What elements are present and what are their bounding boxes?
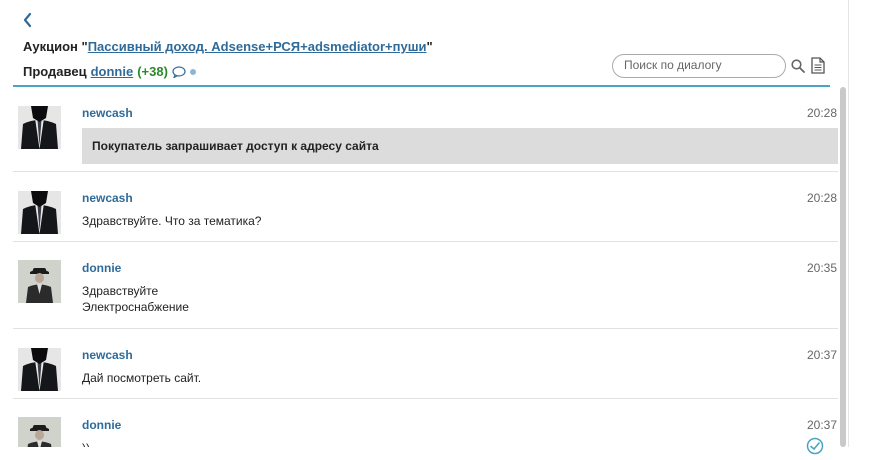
message-author[interactable]: donnie (82, 261, 121, 275)
message-time: 20:28 (806, 191, 837, 205)
message-time: 20:37 (806, 418, 837, 432)
message-text: Дай посмотреть сайт. (82, 371, 202, 385)
auction-suffix: " (426, 39, 433, 54)
message-list-scrollbar[interactable] (840, 87, 846, 447)
message-item: newcash 20:28 Здравствуйте. Что за темат… (13, 172, 838, 242)
message-time: 20:37 (806, 348, 837, 362)
avatar[interactable] (18, 260, 61, 303)
search-input[interactable] (624, 55, 774, 75)
speech-bubble-icon[interactable] (172, 65, 186, 79)
message-text: )) (82, 440, 90, 447)
chevron-left-icon (23, 12, 32, 28)
back-button[interactable] (18, 10, 38, 30)
message-author[interactable]: newcash (82, 348, 133, 362)
message-time: 20:28 (806, 106, 837, 120)
message-item: newcash 20:28 Покупатель запрашивает дос… (13, 87, 838, 172)
auction-link[interactable]: Пассивный доход. Adsense+РСЯ+adsmediator… (88, 39, 427, 54)
seller-label: Продавец (23, 64, 87, 79)
message-item: newcash 20:37 Дай посмотреть сайт. (13, 329, 838, 399)
seller-rating: (+38) (137, 64, 168, 79)
message-text: Здравствуйте (82, 284, 159, 298)
dialog-search (612, 54, 786, 78)
message-text: Электроснабжение (82, 300, 189, 314)
message-author[interactable]: donnie (82, 418, 121, 432)
message-author[interactable]: newcash (82, 191, 133, 205)
avatar[interactable] (18, 191, 61, 234)
auction-title: Аукцион "Пассивный доход. Adsense+РСЯ+ad… (23, 39, 433, 54)
avatar[interactable] (18, 348, 61, 391)
page-margin (848, 0, 891, 447)
system-message: Покупатель запрашивает доступ к адресу с… (82, 128, 838, 164)
message-item: donnie 20:37 )) (13, 399, 838, 447)
document-icon[interactable] (811, 57, 825, 74)
message-text: Здравствуйте. Что за тематика? (82, 214, 262, 228)
message-list: newcash 20:28 Покупатель запрашивает дос… (13, 87, 838, 447)
seller-name-link[interactable]: donnie (91, 64, 134, 79)
search-icon[interactable] (791, 59, 805, 73)
message-item: donnie 20:35 Здравствуйте Электроснабжен… (13, 242, 838, 329)
message-time: 20:35 (806, 261, 837, 275)
message-author[interactable]: newcash (82, 106, 133, 120)
dialog-page: Аукцион "Пассивный доход. Adsense+РСЯ+ad… (0, 0, 848, 455)
online-status-dot (189, 68, 196, 75)
checkmark-icon (806, 437, 824, 455)
auction-prefix: Аукцион " (23, 39, 88, 54)
seller-info: Продавец donnie (+38) (23, 64, 196, 79)
avatar[interactable] (18, 417, 61, 447)
avatar[interactable] (18, 106, 61, 149)
